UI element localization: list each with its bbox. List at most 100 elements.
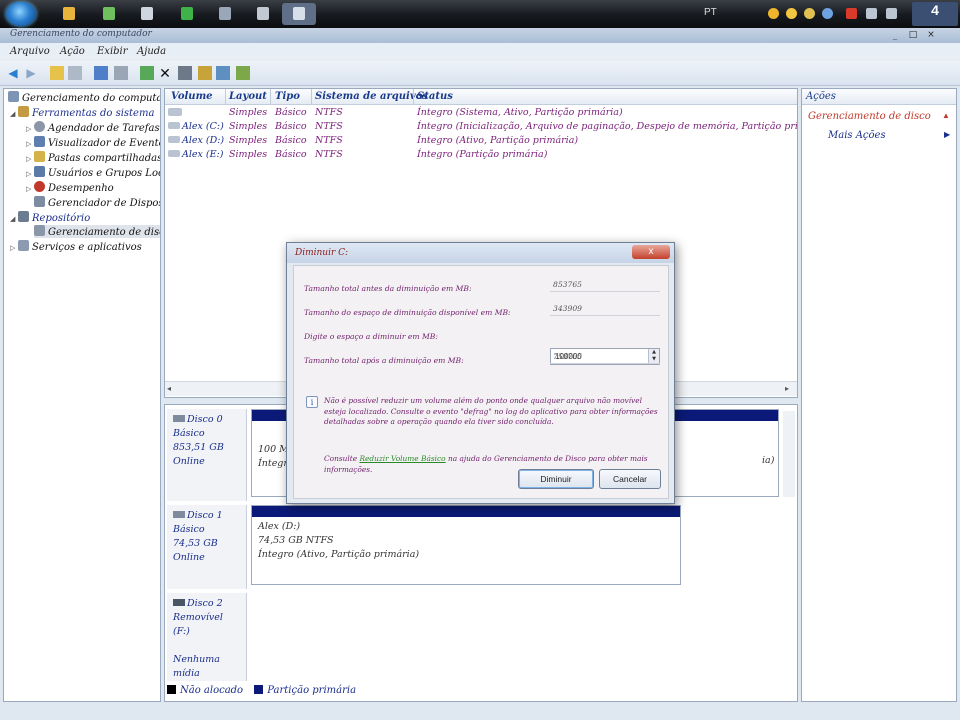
shrink-button[interactable]: Diminuir xyxy=(518,469,594,489)
disk-1-partition[interactable]: Alex (D:) 74,53 GB NTFS Íntegro (Ativo, … xyxy=(251,505,681,585)
tray-icon[interactable] xyxy=(768,8,779,19)
total-before-label: Tamanho total antes da diminuição em MB: xyxy=(304,284,472,293)
open-folder-icon[interactable] xyxy=(198,66,212,80)
disk-management-icon xyxy=(34,225,45,236)
column-status[interactable]: Status xyxy=(417,91,453,102)
cancel-button[interactable]: Cancelar xyxy=(599,469,661,489)
actions-header: Ações xyxy=(802,89,956,105)
menu-arquivo[interactable]: Arquivo xyxy=(10,46,50,57)
tree-item-computer-management[interactable]: Gerenciamento do computad xyxy=(8,91,160,104)
expand-arrow-icon[interactable]: ▷ xyxy=(26,185,34,193)
tree-item-disk-management[interactable]: Gerenciamento de disc xyxy=(34,225,160,238)
actions-section-disk-management[interactable]: Gerenciamento de disco xyxy=(808,111,931,122)
disk-1-info[interactable]: Disco 1 Básico 74,53 GB Online xyxy=(167,505,247,589)
collapse-section-icon[interactable]: ▲ xyxy=(942,111,950,120)
close-icon[interactable]: × xyxy=(924,29,938,41)
available-label: Tamanho do espaço de diminuição disponív… xyxy=(304,308,511,317)
tree-item-performance[interactable]: ▷ Desempenho xyxy=(26,181,114,194)
expand-arrow-icon[interactable]: ▷ xyxy=(26,140,34,148)
collapse-arrow-icon[interactable]: ◢ xyxy=(10,215,18,223)
vertical-scrollbar[interactable] xyxy=(783,411,795,497)
help-link[interactable]: Reduzir Volume Básico xyxy=(359,454,445,463)
tray-icon[interactable] xyxy=(822,8,833,19)
tray-icon[interactable] xyxy=(786,8,797,19)
shrink-amount-label: Digite o espaço a diminuir em MB: xyxy=(304,332,438,341)
collapse-arrow-icon[interactable]: ◢ xyxy=(10,110,18,118)
menu-exibir[interactable]: Exibir xyxy=(97,46,128,57)
expand-arrow-icon[interactable]: ▷ xyxy=(10,244,18,252)
tree-item-device-manager[interactable]: Gerenciador de Dispos xyxy=(34,196,160,209)
taskbar-computer-management-button[interactable] xyxy=(282,3,316,25)
minimize-icon[interactable]: _ xyxy=(888,29,902,41)
disk-0-info[interactable]: Disco 0 Básico 853,51 GB Online xyxy=(167,409,247,501)
dialog-title: Diminuir C: xyxy=(295,248,349,258)
more-actions[interactable]: Mais Ações xyxy=(828,130,886,141)
taskbar: PT 4 xyxy=(0,0,960,28)
volume-list-header: Volume Layout Tipo Sistema de arquivos S… xyxy=(165,89,797,105)
up-folder-icon[interactable] xyxy=(50,66,64,80)
disk-icon xyxy=(173,511,185,518)
scroll-right-icon[interactable]: ▸ xyxy=(785,384,789,393)
event-viewer-icon xyxy=(34,136,45,147)
start-button[interactable] xyxy=(6,2,36,26)
properties-icon[interactable] xyxy=(178,66,192,80)
taskbar-app-button[interactable] xyxy=(52,3,86,25)
view-icon[interactable] xyxy=(114,66,128,80)
column-type[interactable]: Tipo xyxy=(275,91,300,102)
info-text: Não é possível reduzir um volume além do… xyxy=(324,396,658,426)
search-icon[interactable] xyxy=(216,66,230,80)
tray-icon[interactable] xyxy=(804,8,815,19)
tree-item-storage[interactable]: ◢ Repositório xyxy=(10,211,90,224)
expand-arrow-icon[interactable]: ▷ xyxy=(26,125,34,133)
taskbar-app-button[interactable] xyxy=(246,3,280,25)
disk-2-info[interactable]: Disco 2 Removível (F:) Nenhuma mídia xyxy=(167,593,247,681)
scroll-left-icon[interactable]: ◂ xyxy=(167,384,171,393)
menu-ajuda[interactable]: Ajuda xyxy=(137,46,166,57)
navigation-tree: Gerenciamento do computad ◢ Ferramentas d… xyxy=(3,88,161,702)
back-icon[interactable]: ◀ xyxy=(6,66,20,80)
forward-icon[interactable]: ▶ xyxy=(24,66,38,80)
drive-icon xyxy=(168,122,180,129)
total-after-value: 753765 xyxy=(550,350,660,364)
tree-item-shared-folders[interactable]: ▷ Pastas compartilhadas xyxy=(26,151,160,164)
tree-item-task-scheduler[interactable]: ▷ Agendador de Tarefas xyxy=(26,121,160,134)
tree-item-local-users[interactable]: ▷ Usuários e Grupos Loc xyxy=(26,166,160,179)
volume-icon[interactable] xyxy=(886,8,897,19)
tree-item-system-tools[interactable]: ◢ Ferramentas do sistema xyxy=(10,106,154,119)
performance-icon xyxy=(34,181,45,192)
menu-acao[interactable]: Ação xyxy=(60,46,85,57)
language-indicator[interactable]: PT xyxy=(704,7,717,18)
submenu-arrow-icon[interactable]: ▶ xyxy=(944,130,950,139)
maximize-icon[interactable]: □ xyxy=(906,29,920,41)
menu-bar: Arquivo Ação Exibir Ajuda xyxy=(0,43,960,61)
column-volume[interactable]: Volume xyxy=(171,91,213,102)
show-hide-tree-icon[interactable] xyxy=(68,66,82,80)
taskbar-app-button[interactable] xyxy=(170,3,204,25)
device-manager-icon xyxy=(34,196,45,207)
drive-icon xyxy=(168,136,180,143)
shared-folder-icon xyxy=(34,151,45,162)
network-icon[interactable] xyxy=(866,8,877,19)
delete-icon[interactable]: ✕ xyxy=(158,66,172,80)
drive-icon xyxy=(168,108,182,116)
computer-icon xyxy=(8,91,19,102)
help-icon[interactable] xyxy=(94,66,108,80)
column-filesystem[interactable]: Sistema de arquivos xyxy=(315,91,428,102)
column-layout[interactable]: Layout xyxy=(229,91,267,102)
window-titlebar: Gerenciamento do computador _ □ × xyxy=(0,28,960,43)
available-value: 343909 xyxy=(550,302,660,316)
dialog-body: Tamanho total antes da diminuição em MB:… xyxy=(293,265,669,499)
close-icon[interactable]: x xyxy=(632,245,670,259)
taskbar-app-button[interactable] xyxy=(130,3,164,25)
expand-arrow-icon[interactable]: ▷ xyxy=(26,155,34,163)
taskbar-app-button[interactable] xyxy=(208,3,242,25)
clock[interactable]: 4 xyxy=(912,2,958,26)
legend-unallocated: Não alocado xyxy=(167,685,243,696)
refresh-icon[interactable] xyxy=(140,66,154,80)
tree-item-event-viewer[interactable]: ▷ Visualizador de Eventos xyxy=(26,136,160,149)
expand-arrow-icon[interactable]: ▷ xyxy=(26,170,34,178)
tree-item-services-apps[interactable]: ▷ Serviços e aplicativos xyxy=(10,240,142,253)
tray-icon[interactable] xyxy=(846,8,857,19)
disk-icon[interactable] xyxy=(236,66,250,80)
taskbar-app-button[interactable] xyxy=(92,3,126,25)
